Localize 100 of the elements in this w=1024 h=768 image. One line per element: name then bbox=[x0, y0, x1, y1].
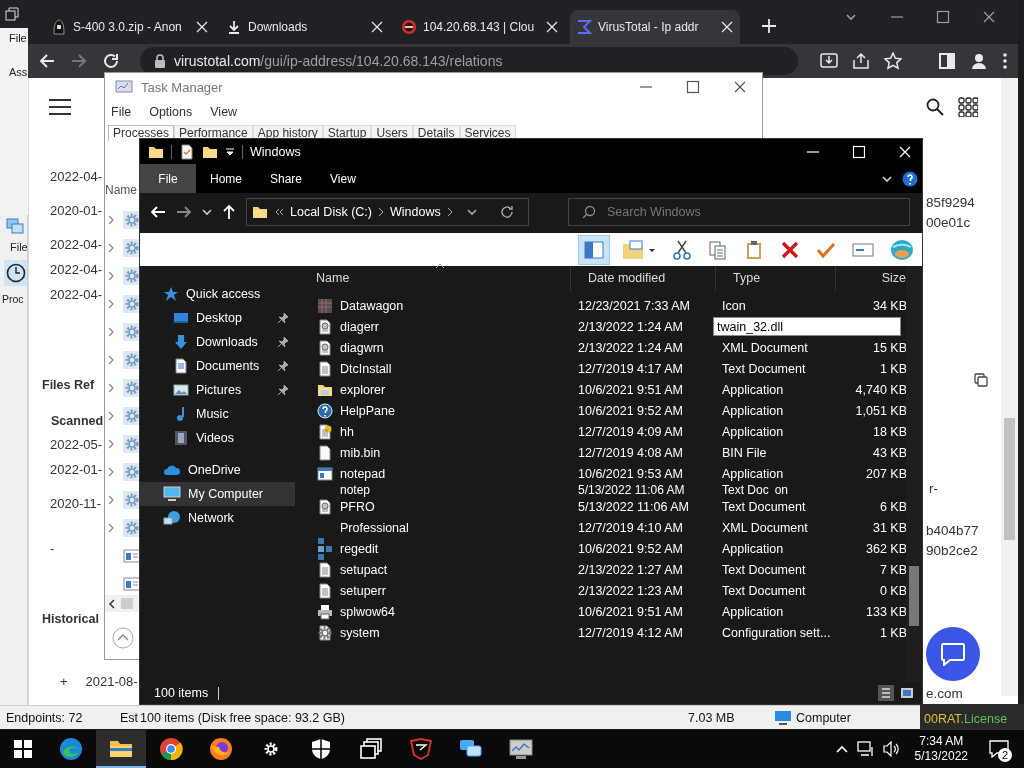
collapse-icon[interactable] bbox=[112, 627, 134, 649]
menu-item[interactable]: File bbox=[0, 31, 28, 45]
monitor-graph-icon[interactable] bbox=[509, 737, 533, 761]
edge-icon[interactable] bbox=[59, 737, 83, 761]
ribbon-tab[interactable]: File bbox=[140, 164, 196, 193]
maximize-icon[interactable] bbox=[686, 80, 700, 94]
ribbon-tab[interactable]: Share bbox=[256, 164, 317, 193]
file-item[interactable]: notepad bbox=[299, 463, 571, 484]
install-icon[interactable] bbox=[820, 52, 839, 70]
firefox-icon[interactable] bbox=[209, 737, 233, 761]
expand-chevron-icon[interactable] bbox=[107, 411, 115, 421]
nav-item[interactable]: Videos bbox=[140, 426, 295, 450]
menu-item[interactable]: File bbox=[0, 240, 27, 254]
column-header[interactable]: Date modified bbox=[571, 266, 716, 291]
expand-chevron-icon[interactable] bbox=[107, 299, 115, 309]
expand-chevron-icon[interactable] bbox=[107, 327, 115, 337]
refresh-icon[interactable] bbox=[500, 204, 514, 219]
expand-chevron-icon[interactable] bbox=[107, 215, 115, 225]
tab[interactable]: Processes bbox=[108, 125, 175, 141]
chrome-icon[interactable] bbox=[159, 737, 183, 761]
expand-chevron-icon[interactable] bbox=[107, 467, 115, 477]
notifications-button[interactable]: 2 bbox=[982, 732, 1016, 766]
side-panel-icon[interactable] bbox=[938, 52, 956, 70]
nav-item[interactable]: Music bbox=[140, 402, 295, 426]
close-icon[interactable] bbox=[982, 10, 996, 24]
expand-chevron-icon[interactable] bbox=[107, 271, 115, 281]
column-header[interactable]: Name bbox=[299, 266, 571, 291]
file-item[interactable]: setuperr bbox=[299, 580, 571, 601]
copy-icon[interactable] bbox=[708, 239, 728, 260]
file-item[interactable]: diagerr bbox=[299, 316, 571, 337]
nav-item[interactable]: Documents bbox=[140, 354, 295, 378]
clock-date[interactable]: 5/13/2022 bbox=[914, 749, 968, 764]
nav-item[interactable]: OneDrive bbox=[140, 458, 295, 482]
nav-item[interactable]: Network bbox=[140, 506, 295, 530]
more-icon[interactable] bbox=[1002, 52, 1008, 70]
delete-icon[interactable] bbox=[780, 239, 800, 260]
expand-chevron-icon[interactable] bbox=[107, 383, 115, 393]
column-header[interactable]: Type bbox=[716, 266, 836, 291]
maximize-icon[interactable] bbox=[936, 10, 950, 24]
caret-icon[interactable] bbox=[225, 145, 235, 158]
expand-chevron-icon[interactable] bbox=[107, 243, 115, 253]
expand-icon[interactable]: + bbox=[60, 674, 68, 689]
expand-chevron-icon[interactable] bbox=[107, 495, 115, 505]
browser-tab[interactable]: S-400 3.0.zip - Anon bbox=[45, 10, 215, 44]
breadcrumb-item[interactable]: Windows bbox=[389, 204, 441, 219]
menu-item[interactable]: File bbox=[111, 105, 132, 119]
windows-logo-icon[interactable] bbox=[14, 740, 32, 758]
file-item[interactable]: DtcInstall bbox=[299, 358, 571, 379]
chevron-right-icon[interactable] bbox=[446, 206, 453, 217]
file-item[interactable]: Professional bbox=[299, 517, 571, 538]
forward-icon[interactable] bbox=[70, 52, 88, 70]
chat-button[interactable] bbox=[926, 627, 980, 681]
menu-item[interactable]: View bbox=[210, 105, 238, 119]
expand-chevron-icon[interactable] bbox=[107, 355, 115, 365]
copy-icon[interactable] bbox=[974, 373, 988, 387]
speaker-icon[interactable] bbox=[882, 741, 901, 757]
back-icon[interactable] bbox=[38, 52, 56, 70]
ribbon-tab[interactable]: Home bbox=[196, 164, 256, 193]
network-icon[interactable] bbox=[856, 741, 875, 757]
rename-field[interactable]: twain_32.dll bbox=[713, 317, 901, 336]
chevron-right-icon[interactable] bbox=[377, 206, 384, 217]
search-icon[interactable] bbox=[926, 98, 944, 116]
profile-icon[interactable] bbox=[970, 52, 988, 70]
scissors-icon[interactable] bbox=[672, 239, 692, 260]
star-outline-icon[interactable] bbox=[884, 52, 903, 70]
menu-icon[interactable] bbox=[49, 98, 71, 116]
file-item[interactable]: regedit bbox=[299, 538, 571, 559]
restore-icon[interactable] bbox=[5, 7, 19, 21]
scrollbar[interactable] bbox=[105, 595, 139, 612]
view-button[interactable] bbox=[898, 685, 916, 701]
file-item[interactable]: HelpPane bbox=[299, 400, 571, 421]
up-icon[interactable] bbox=[222, 203, 236, 220]
recent-dropdown-icon[interactable] bbox=[202, 206, 212, 217]
taskbar-button[interactable] bbox=[96, 730, 146, 768]
stacked-windows-icon[interactable] bbox=[359, 737, 383, 761]
forward-icon[interactable] bbox=[176, 203, 192, 220]
file-item[interactable]: explorer bbox=[299, 379, 571, 400]
nav-item[interactable]: Downloads bbox=[140, 330, 295, 354]
file-item[interactable]: mib.bin bbox=[299, 442, 571, 463]
browser-tab[interactable]: VirusTotal - Ip addr bbox=[570, 10, 740, 44]
scrollbar[interactable] bbox=[1001, 78, 1018, 696]
file-item[interactable]: setupact bbox=[299, 559, 571, 580]
clock-time[interactable]: 7:34 AM bbox=[919, 734, 964, 749]
clock-icon[interactable] bbox=[4, 260, 27, 286]
new-tab-icon[interactable] bbox=[761, 18, 777, 34]
nav-item[interactable]: Pictures bbox=[140, 378, 295, 402]
menu-item[interactable]: Options bbox=[149, 105, 193, 119]
file-item[interactable]: PFRO bbox=[299, 496, 571, 517]
help-icon[interactable] bbox=[902, 170, 918, 187]
address-bar[interactable]: Local Disk (C:) Windows bbox=[246, 197, 529, 226]
nav-item[interactable]: Quick access bbox=[140, 282, 295, 306]
address-field[interactable]: virustotal.com/gui/ip-address/104.20.68.143/relations bbox=[140, 47, 799, 75]
scrollbar[interactable] bbox=[906, 266, 922, 682]
breadcrumb-item[interactable]: Local Disk (C:) bbox=[290, 204, 372, 219]
checklist-icon[interactable] bbox=[179, 143, 195, 160]
browser-tab[interactable]: Downloads bbox=[220, 10, 390, 44]
shield-icon[interactable] bbox=[309, 737, 333, 761]
overflow-chevron-icon[interactable] bbox=[274, 206, 284, 217]
search-field[interactable]: Search Windows bbox=[568, 197, 910, 226]
file-item[interactable]: Datawagon bbox=[299, 295, 571, 316]
